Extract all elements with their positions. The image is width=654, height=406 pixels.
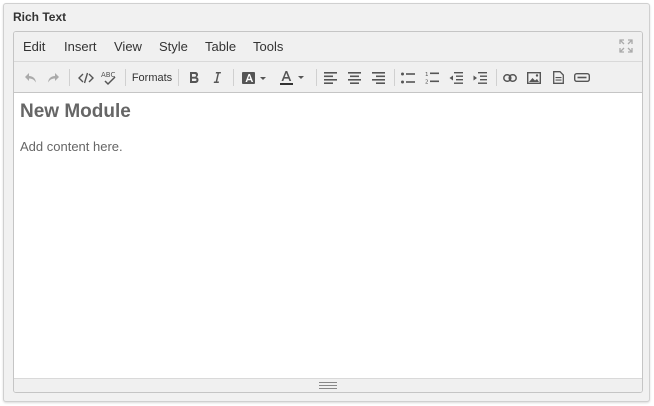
source-code-icon bbox=[78, 72, 94, 83]
background-color-button[interactable] bbox=[239, 68, 271, 87]
menubar: Edit Insert View Style Table Tools bbox=[14, 32, 642, 62]
statusbar bbox=[14, 378, 642, 392]
outdent-icon bbox=[449, 71, 463, 84]
align-center-icon bbox=[347, 71, 361, 84]
toolbar-separator bbox=[69, 69, 70, 86]
redo-button[interactable] bbox=[44, 68, 62, 87]
numbered-list-icon: 12 bbox=[425, 72, 439, 85]
align-right-button[interactable] bbox=[368, 68, 388, 87]
toolbar-separator bbox=[316, 69, 317, 86]
align-left-icon bbox=[323, 71, 337, 84]
menu-table[interactable]: Table bbox=[205, 39, 236, 54]
document-button[interactable] bbox=[548, 68, 568, 87]
rich-text-panel: Rich Text Edit Insert View Style Table T… bbox=[3, 3, 650, 402]
text-color-button[interactable] bbox=[277, 68, 309, 87]
toolbar: ABC Formats 1 2 bbox=[14, 62, 642, 93]
background-color-icon bbox=[242, 71, 266, 84]
align-center-button[interactable] bbox=[344, 68, 364, 87]
resize-handle-icon bbox=[319, 382, 337, 389]
image-icon bbox=[527, 71, 541, 84]
panel-title: Rich Text bbox=[13, 10, 67, 24]
formats-label: Formats bbox=[131, 71, 173, 84]
bullet-list-button[interactable] bbox=[398, 68, 418, 87]
image-button[interactable] bbox=[524, 68, 544, 87]
outdent-button[interactable] bbox=[446, 68, 466, 87]
link-button[interactable] bbox=[500, 68, 520, 87]
bold-icon bbox=[190, 72, 199, 83]
toolbar-separator bbox=[125, 69, 126, 86]
document-icon bbox=[552, 71, 564, 84]
spellcheck-icon: ABC bbox=[101, 71, 116, 85]
align-left-button[interactable] bbox=[320, 68, 340, 87]
content-paragraph[interactable]: Add content here. bbox=[20, 139, 636, 154]
indent-icon bbox=[473, 71, 487, 84]
svg-text:1: 1 bbox=[425, 72, 429, 78]
menu-insert[interactable]: Insert bbox=[64, 39, 97, 54]
undo-icon bbox=[25, 72, 36, 82]
rich-text-editor: Edit Insert View Style Table Tools ABC F… bbox=[13, 31, 643, 393]
italic-button[interactable] bbox=[208, 68, 226, 87]
source-code-button[interactable] bbox=[76, 68, 96, 87]
media-button[interactable] bbox=[571, 68, 593, 87]
menu-view[interactable]: View bbox=[114, 39, 142, 54]
menu-tools[interactable]: Tools bbox=[253, 39, 283, 54]
resize-handle[interactable] bbox=[319, 382, 337, 389]
link-icon bbox=[503, 73, 517, 82]
toolbar-separator bbox=[233, 69, 234, 86]
spellcheck-button[interactable]: ABC bbox=[99, 68, 119, 87]
media-icon bbox=[574, 73, 590, 82]
numbered-list-button[interactable]: 12 bbox=[422, 68, 442, 87]
fullscreen-icon[interactable] bbox=[619, 39, 633, 53]
indent-button[interactable] bbox=[470, 68, 490, 87]
undo-button[interactable] bbox=[22, 68, 40, 87]
text-color-icon bbox=[280, 70, 304, 85]
menu-edit[interactable]: Edit bbox=[23, 39, 45, 54]
svg-text:2: 2 bbox=[425, 80, 429, 85]
content-heading[interactable]: New Module bbox=[20, 101, 636, 123]
menu-style[interactable]: Style bbox=[159, 39, 188, 54]
italic-icon bbox=[213, 72, 221, 83]
formats-button[interactable]: Formats bbox=[130, 68, 174, 87]
editor-content[interactable]: New Module Add content here. bbox=[14, 93, 642, 377]
bold-button[interactable] bbox=[185, 68, 203, 87]
toolbar-separator bbox=[496, 69, 497, 86]
toolbar-separator bbox=[178, 69, 179, 86]
redo-icon bbox=[48, 72, 59, 82]
align-right-icon bbox=[371, 71, 385, 84]
toolbar-separator bbox=[394, 69, 395, 86]
bullet-list-icon bbox=[401, 72, 415, 83]
